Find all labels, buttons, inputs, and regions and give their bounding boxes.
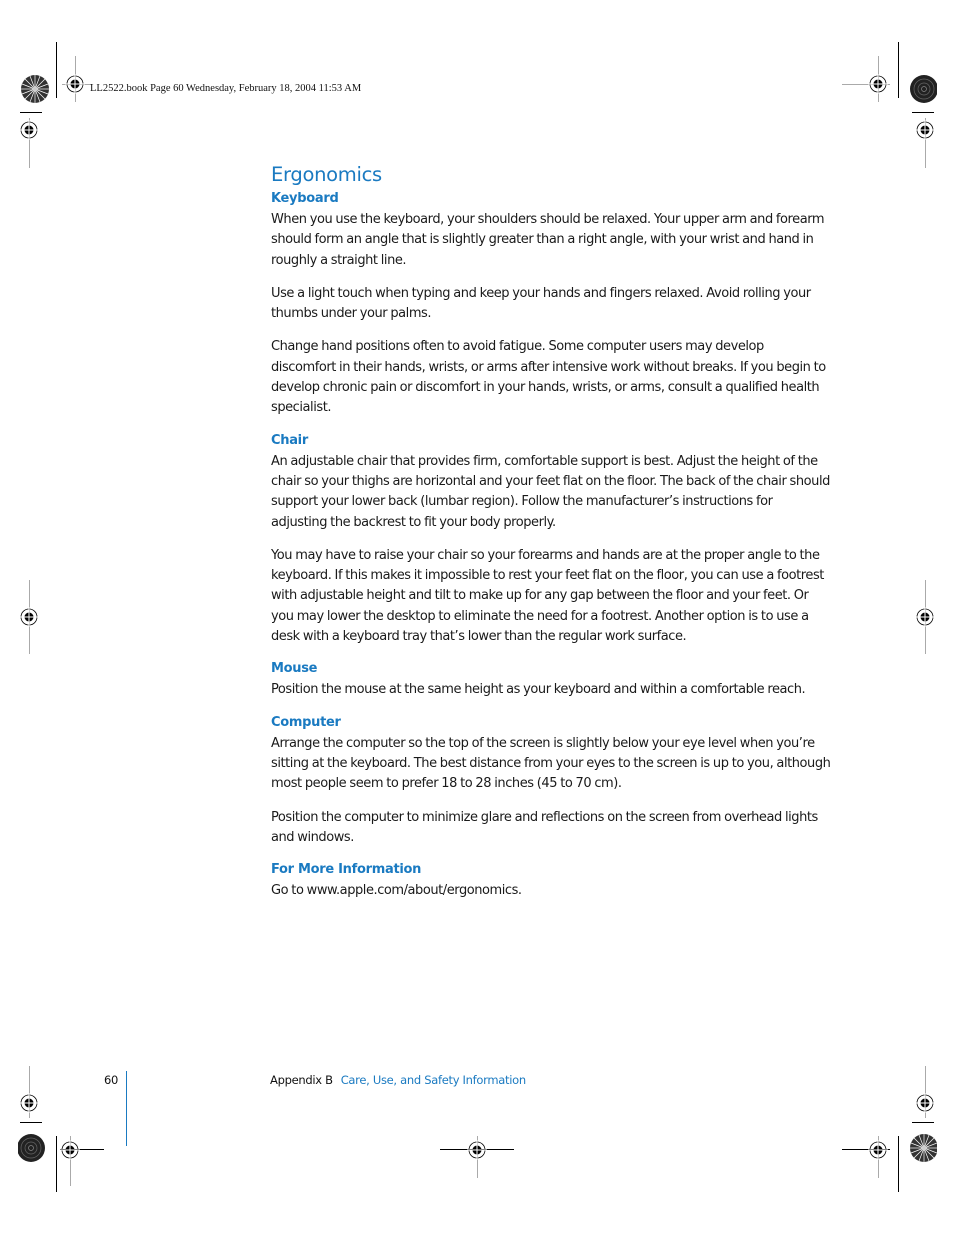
page-content: Ergonomics Keyboard When you use the key… (271, 160, 831, 901)
running-footer: Appendix B Care, Use, and Safety Informat… (270, 1073, 526, 1087)
crop-mark (56, 1136, 57, 1192)
star-target-icon (907, 1131, 937, 1165)
section-keyboard: Keyboard When you use the keyboard, your… (271, 190, 831, 419)
star-target-icon (18, 1131, 48, 1165)
crop-mark (20, 112, 42, 113)
section-chair: Chair An adjustable chair that provides … (271, 432, 831, 648)
star-target-icon (907, 72, 937, 106)
appendix-label: Appendix B (270, 1073, 333, 1087)
paragraph: Arrange the computer so the top of the s… (271, 735, 831, 792)
registration-mark-icon (914, 119, 936, 141)
page-title: Ergonomics (271, 163, 382, 186)
registration-mark-icon (867, 1139, 889, 1161)
registration-mark-icon (18, 119, 40, 141)
paragraph: An adjustable chair that provides firm, … (271, 453, 830, 530)
registration-mark-icon (466, 1139, 488, 1161)
paragraph: Change hand positions often to avoid fat… (271, 339, 826, 416)
paragraph: Position the computer to minimize glare … (271, 809, 818, 845)
section-mouse: Mouse Position the mouse at the same hei… (271, 660, 831, 700)
crop-mark (56, 42, 57, 98)
crop-mark (20, 1122, 42, 1123)
registration-mark-icon (867, 73, 889, 95)
section-heading: Mouse (271, 661, 318, 677)
chapter-title: Care, Use, and Safety Information (340, 1073, 526, 1087)
footer-rule (126, 1071, 127, 1146)
section-heading: Computer (271, 714, 341, 730)
crop-mark (898, 1136, 899, 1192)
crop-mark (912, 1122, 934, 1123)
section-computer: Computer Arrange the computer so the top… (271, 714, 831, 848)
page-number: 60 (104, 1073, 119, 1087)
registration-mark-icon (914, 606, 936, 628)
crop-mark (912, 112, 934, 113)
paragraph: You may have to raise your chair so your… (271, 547, 824, 645)
registration-mark-icon (64, 73, 86, 95)
paragraph: When you use the keyboard, your shoulder… (271, 212, 825, 268)
print-slug: LL2522.book Page 60 Wednesday, February … (90, 83, 362, 94)
registration-mark-icon (914, 1092, 936, 1114)
section-heading: Keyboard (271, 191, 339, 206)
registration-mark-icon (18, 606, 40, 628)
registration-mark-icon (18, 1092, 40, 1114)
registration-mark-icon (59, 1139, 81, 1161)
star-target-icon (20, 72, 50, 106)
section-heading: Chair (271, 432, 308, 448)
crop-mark (898, 42, 899, 98)
paragraph: Go to www.apple.com/about/ergonomics. (271, 883, 522, 899)
paragraph: Position the mouse at the same height as… (271, 682, 806, 698)
paragraph: Use a light touch when typing and keep y… (271, 285, 811, 322)
section-more-information: For More Information Go to www.apple.com… (271, 861, 831, 901)
section-heading: For More Information (271, 862, 422, 878)
